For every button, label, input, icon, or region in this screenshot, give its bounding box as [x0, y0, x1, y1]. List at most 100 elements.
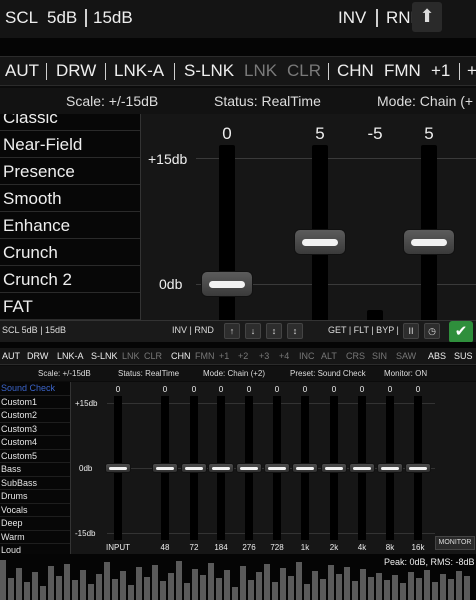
chain-item-plus[interactable]: +: [467, 61, 476, 81]
preset-item[interactable]: Custom2: [0, 409, 70, 423]
clock-icon[interactable]: ◷: [424, 323, 440, 339]
spectrum-bar: [312, 571, 318, 600]
chain-item[interactable]: SUS: [454, 351, 473, 361]
spectrum-bar: [80, 570, 86, 600]
preset-item[interactable]: Presence: [0, 158, 140, 185]
chain-item[interactable]: +4: [279, 351, 289, 361]
invert-button[interactable]: INV: [338, 8, 366, 28]
separator: [85, 9, 87, 27]
get-flt-byp-buttons[interactable]: GET | FLT | BYP |: [328, 325, 399, 335]
preset-item[interactable]: Classic: [0, 114, 140, 131]
chain-item[interactable]: S-LNK: [91, 351, 118, 361]
slider-handle[interactable]: [294, 229, 346, 255]
slider-handle[interactable]: [201, 271, 253, 297]
scl-label: SCL: [5, 8, 39, 27]
preset-item[interactable]: Custom1: [0, 396, 70, 409]
preset-item[interactable]: Warm: [0, 531, 70, 544]
chain-item[interactable]: CRS: [346, 351, 365, 361]
preset-status: Preset: Sound Check: [290, 369, 366, 378]
up-arrow-icon[interactable]: ⬆: [412, 2, 442, 32]
spectrum-bar: [432, 582, 438, 600]
check-icon[interactable]: ✔: [449, 321, 473, 343]
preset-item[interactable]: Crunch: [0, 239, 140, 266]
spectrum-bar: [456, 571, 462, 600]
monitor-button[interactable]: MONITOR: [435, 536, 475, 550]
preset-item-selected[interactable]: Sound Check: [0, 382, 70, 396]
scale-selector[interactable]: SCL 5dB | 15dB: [2, 325, 66, 335]
spectrum-bar: [320, 579, 326, 600]
preset-item[interactable]: Enhance: [0, 212, 140, 239]
preset-item[interactable]: Crunch 2: [0, 266, 140, 293]
spectrum-bar: [88, 584, 94, 600]
equalizer-zoomed: 0 5 -5 5 +15db 0db: [140, 114, 476, 320]
status-bar: Scale: +/-15dB Status: RealTime Mode: Ch…: [0, 88, 476, 114]
slider-track[interactable]: [367, 310, 383, 320]
chain-item[interactable]: +2: [238, 351, 248, 361]
chain-item[interactable]: INC: [299, 351, 315, 361]
contract-icon[interactable]: ↕: [287, 323, 303, 339]
pause-icon[interactable]: II: [403, 323, 419, 339]
chain-item-lnk-a[interactable]: LNK-A: [114, 61, 164, 81]
chain-item[interactable]: CHN: [171, 351, 191, 361]
slider-handle[interactable]: [377, 463, 403, 473]
scale-15db-button[interactable]: 15dB: [93, 8, 133, 28]
chain-item[interactable]: ABS: [428, 351, 446, 361]
scale-zero-label: 0db: [159, 276, 183, 292]
scale-5db-button[interactable]: 5dB: [47, 8, 77, 28]
spectrum-bar: [168, 573, 174, 600]
band-value: 0: [246, 385, 252, 394]
chain-item[interactable]: +1: [219, 351, 229, 361]
chain-item-aut[interactable]: AUT: [5, 61, 39, 81]
arrow-down-icon[interactable]: ↓: [245, 323, 261, 339]
chain-item[interactable]: AUT: [2, 351, 20, 361]
chain-item-lnk[interactable]: LNK: [244, 61, 277, 81]
chain-item[interactable]: SIN: [372, 351, 387, 361]
chain-item-s-lnk[interactable]: S-LNK: [184, 61, 234, 81]
chain-item[interactable]: ALT: [321, 351, 337, 361]
preset-item[interactable]: Smooth: [0, 185, 140, 212]
arrow-up-icon[interactable]: ↑: [224, 323, 240, 339]
chain-item[interactable]: +3: [259, 351, 269, 361]
chain-item-clr[interactable]: CLR: [287, 61, 321, 81]
slider-handle[interactable]: [208, 463, 234, 473]
chain-item-fmn[interactable]: FMN: [384, 61, 421, 81]
slider-handle[interactable]: [292, 463, 318, 473]
preset-item[interactable]: Loud: [0, 544, 70, 554]
preset-item[interactable]: Custom3: [0, 423, 70, 436]
equalizer-main: +15db 0db -15db 0 0 0 0 0 0 0 0 0 0 0 IN…: [70, 382, 476, 554]
slider-handle[interactable]: [181, 463, 207, 473]
preset-item[interactable]: Custom4: [0, 436, 70, 450]
slider-handle[interactable]: [236, 463, 262, 473]
slider-handle[interactable]: [405, 463, 431, 473]
chain-item[interactable]: SAW: [396, 351, 416, 361]
separator: [328, 63, 329, 80]
band-label: 1k: [300, 543, 310, 552]
preset-item[interactable]: Near-Field: [0, 131, 140, 158]
preset-item[interactable]: Drums: [0, 490, 70, 504]
preset-item[interactable]: Deep: [0, 517, 70, 531]
chain-item[interactable]: LNK-A: [57, 351, 84, 361]
preset-item[interactable]: Vocals: [0, 504, 70, 517]
slider-handle[interactable]: [264, 463, 290, 473]
chain-item[interactable]: DRW: [27, 351, 48, 361]
slider-handle[interactable]: [321, 463, 347, 473]
chain-item-plus1[interactable]: +1: [431, 61, 450, 81]
expand-icon[interactable]: ↕: [266, 323, 282, 339]
chain-item-drw[interactable]: DRW: [56, 61, 96, 81]
slider-handle[interactable]: [152, 463, 178, 473]
preset-item[interactable]: Bass: [0, 463, 70, 477]
chain-item-chn[interactable]: CHN: [337, 61, 374, 81]
preset-item[interactable]: Custom5: [0, 450, 70, 463]
preset-item[interactable]: SubBass: [0, 477, 70, 490]
chain-item[interactable]: LNK: [122, 351, 140, 361]
slider-handle[interactable]: [349, 463, 375, 473]
preset-item[interactable]: FAT: [0, 293, 140, 320]
slider-handle[interactable]: [105, 463, 131, 473]
spectrum-bar: [376, 573, 382, 600]
invert-random-buttons[interactable]: INV | RND: [172, 325, 214, 335]
slider-handle[interactable]: [403, 229, 455, 255]
separator: [376, 9, 378, 27]
spectrum-bar: [120, 571, 126, 600]
chain-item[interactable]: CLR: [144, 351, 162, 361]
chain-item[interactable]: FMN: [195, 351, 215, 361]
